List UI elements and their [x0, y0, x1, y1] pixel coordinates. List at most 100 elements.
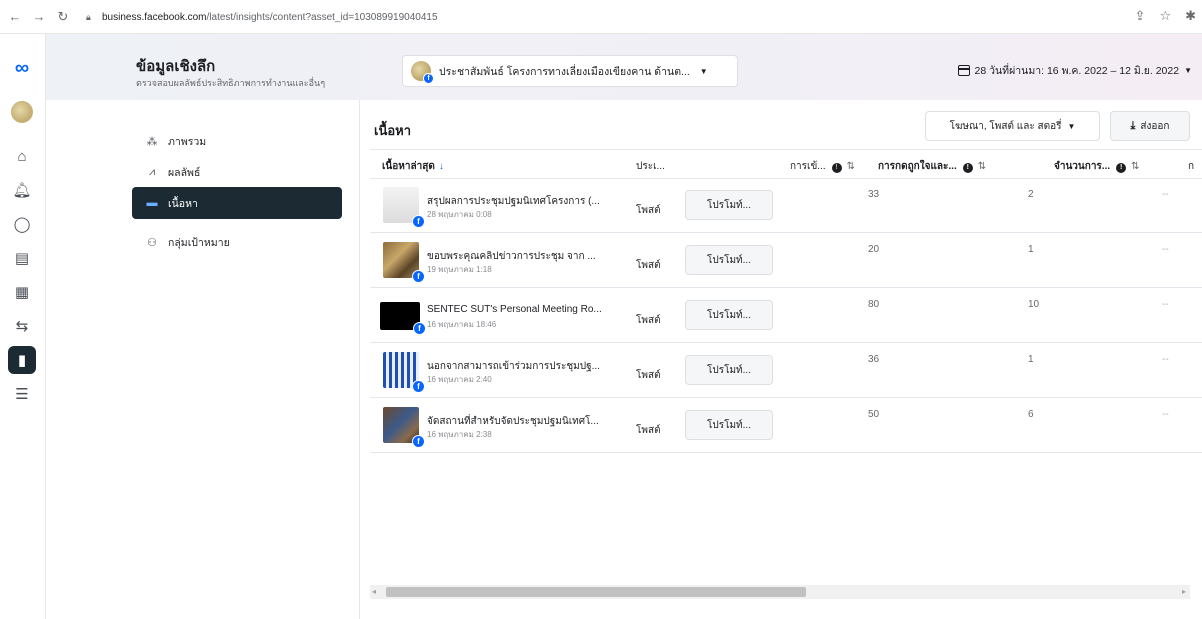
reach-value: 80	[868, 299, 880, 310]
info-icon[interactable]: !	[1116, 163, 1127, 173]
back-icon[interactable]: ←	[6, 8, 24, 26]
post-thumbnail: f	[383, 187, 425, 228]
column-header-reach[interactable]: การเข้...! ⇅	[790, 159, 855, 174]
planner-icon[interactable]: ▤	[8, 244, 36, 272]
column-header-content[interactable]: เนื้อหาล่าสุด ↓	[382, 159, 444, 174]
scrollbar-thumb[interactable]	[386, 587, 806, 597]
calendar-icon	[957, 65, 970, 76]
sort-icon[interactable]: ⇅	[1131, 161, 1139, 172]
bookmark-star-icon[interactable]: ☆	[1159, 8, 1171, 24]
share-icon[interactable]: ⇪	[1135, 8, 1146, 24]
sort-icon[interactable]: ⇅	[847, 161, 855, 172]
third-metric-value: --	[1162, 189, 1169, 200]
reach-value: 50	[868, 409, 880, 420]
info-icon[interactable]: !	[962, 163, 973, 173]
content-type-filter[interactable]: โฆษณา, โพสต์ และ สตอรี่ ▼	[925, 111, 1100, 141]
post-title[interactable]: ขอบพระคุณคลิปข่าวการประชุม จาก ...	[427, 249, 627, 264]
calendar-icon[interactable]: ▦	[8, 278, 36, 306]
post-date: 19 พฤษภาคม 1:18	[427, 265, 492, 274]
reach-value: 20	[868, 244, 880, 255]
post-date: 16 พฤษภาคม 2:38	[427, 430, 492, 439]
chevron-down-icon: ▼	[699, 66, 708, 76]
post-title[interactable]: นอกจากสามารถเข้าร่วมการประชุมปฐ...	[427, 359, 627, 374]
chevron-down-icon: ▼	[1184, 66, 1192, 75]
audience-icon: ⚇	[147, 236, 157, 249]
account-avatar[interactable]	[8, 98, 36, 126]
ads-icon[interactable]: ⇆	[8, 312, 36, 340]
table-row[interactable]: f นอกจากสามารถเข้าร่วมการประชุมปฐ... 16 …	[370, 344, 1202, 398]
facebook-badge-icon: f	[412, 215, 425, 228]
column-header-third[interactable]: จำนวนการ...! ⇅	[1054, 159, 1140, 174]
extension-icon[interactable]: ✱	[1185, 8, 1196, 24]
chevron-down-icon: ▼	[1067, 121, 1076, 131]
facebook-badge-icon: f	[413, 322, 426, 335]
page-avatar: f	[411, 61, 434, 84]
home-icon[interactable]: ⌂	[8, 142, 36, 170]
engagement-value: 1	[1028, 244, 1034, 255]
facebook-badge-icon: f	[412, 380, 425, 393]
table-row[interactable]: f ขอบพระคุณคลิปข่าวการประชุม จาก ... 19 …	[370, 234, 1202, 288]
page-selector-dropdown[interactable]: f ประชาสัมพันธ์ โครงการทางเลี่ยงเมืองเขี…	[402, 55, 738, 87]
promote-button[interactable]: โปรโมท์...	[685, 300, 773, 330]
forward-icon[interactable]: →	[30, 8, 48, 26]
url-path: /latest/insights/content?asset_id=103089…	[206, 11, 438, 23]
post-title[interactable]: SENTEC SUT's Personal Meeting Ro...	[427, 304, 627, 315]
promote-button[interactable]: โปรโมท์...	[685, 355, 773, 385]
sidebar-item-label: เนื้อหา	[168, 197, 198, 210]
table-row[interactable]: f SENTEC SUT's Personal Meeting Ro... 16…	[370, 289, 1202, 343]
sidebar-item-label: ผลลัพธ์	[168, 166, 201, 179]
insights-header: ข้อมูลเชิงลึก ตรวจสอบผลลัพธ์ประสิทธิภาพก…	[46, 34, 1202, 100]
column-label: จำนวนการ...	[1054, 161, 1111, 172]
sidebar-item-content[interactable]: ▬ เนื้อหา	[132, 187, 342, 219]
table-row[interactable]: f จัดสถานที่สำหรับจัดประชุมปฐมนิเทศโ... …	[370, 399, 1202, 453]
info-icon[interactable]: !	[831, 163, 842, 173]
post-thumbnail: f	[383, 407, 425, 448]
facebook-badge-icon: f	[423, 73, 434, 84]
post-type: โพสต์	[636, 260, 661, 271]
notifications-icon[interactable]: 🔔︎	[8, 176, 36, 204]
post-thumbnail: f	[383, 352, 425, 393]
meta-logo-icon[interactable]: ∞	[8, 54, 36, 82]
page-subtitle: ตรวจสอบผลลัพธ์ประสิทธิภาพการทำงานและอื่น…	[136, 78, 326, 88]
sidebar-item-results[interactable]: ⩘ ผลลัพธ์	[132, 156, 342, 188]
left-rail: ∞ ⌂ 🔔︎ ◯ ▤ ▦ ⇆ ▮ ☰	[0, 34, 46, 619]
sort-icon[interactable]: ⇅	[978, 161, 986, 172]
insights-icon[interactable]: ▮	[8, 346, 36, 374]
third-metric-value: --	[1162, 244, 1169, 255]
engagement-value: 6	[1028, 409, 1034, 420]
lock-icon: 🔒︎	[86, 12, 91, 22]
sidebar-item-audience[interactable]: ⚇ กลุ่มเป้าหมาย	[132, 226, 342, 258]
address-bar[interactable]: 🔒︎ business.facebook.com /latest/insight…	[86, 6, 1136, 28]
filter-label: โฆษณา, โพสต์ และ สตอรี่	[949, 120, 1062, 132]
insights-sidebar: ⁂ ภาพรวม ⩘ ผลลัพธ์ ▬ เนื้อหา ⚇ กลุ่มเป้า…	[46, 100, 360, 619]
promote-button[interactable]: โปรโมท์...	[685, 190, 773, 220]
column-header-fourth[interactable]: ก	[1188, 159, 1194, 174]
page-avatar-icon	[11, 101, 33, 123]
third-metric-value: --	[1162, 354, 1169, 365]
promote-button[interactable]: โปรโมท์...	[685, 245, 773, 275]
engagement-value: 2	[1028, 189, 1034, 200]
column-label: การเข้...	[790, 161, 826, 172]
reload-icon[interactable]: ↻	[54, 8, 72, 26]
post-title[interactable]: สรุปผลการประชุมปฐมนิเทศโครงการ (...	[427, 194, 627, 209]
table-header: เนื้อหาล่าสุด ↓ ประเ... การเข้...! ⇅ การกด…	[370, 149, 1202, 179]
browser-toolbar: ← → ↻ 🔒︎ business.facebook.com /latest/i…	[0, 0, 1202, 34]
sidebar-item-overview[interactable]: ⁂ ภาพรวม	[132, 125, 342, 157]
column-label: เนื้อหาล่าสุด	[382, 161, 435, 172]
messages-icon[interactable]: ◯	[8, 210, 36, 238]
facebook-badge-icon: f	[412, 270, 425, 283]
column-header-engagement[interactable]: การกดถูกใจและ...! ⇅	[878, 159, 986, 174]
export-button[interactable]: ⤓ ส่งออก	[1110, 111, 1190, 141]
column-label: ประเ...	[636, 161, 665, 172]
promote-button[interactable]: โปรโมท์...	[685, 410, 773, 440]
table-row[interactable]: f สรุปผลการประชุมปฐมนิเทศโครงการ (... 28…	[370, 179, 1202, 233]
horizontal-scrollbar[interactable]: ◂ ▸	[370, 585, 1190, 599]
date-range-picker[interactable]: 28 วันที่ผ่านมา: 16 พ.ค. 2022 – 12 มิ.ย.…	[957, 62, 1192, 79]
post-type: โพสต์	[636, 370, 661, 381]
post-date: 16 พฤษภาคม 18:46	[427, 320, 497, 329]
scroll-left-icon[interactable]: ◂	[372, 587, 376, 596]
post-title[interactable]: จัดสถานที่สำหรับจัดประชุมปฐมนิเทศโ...	[427, 414, 627, 429]
scroll-right-icon[interactable]: ▸	[1182, 587, 1186, 596]
column-header-type[interactable]: ประเ...	[636, 159, 665, 174]
menu-icon[interactable]: ☰	[8, 380, 36, 408]
